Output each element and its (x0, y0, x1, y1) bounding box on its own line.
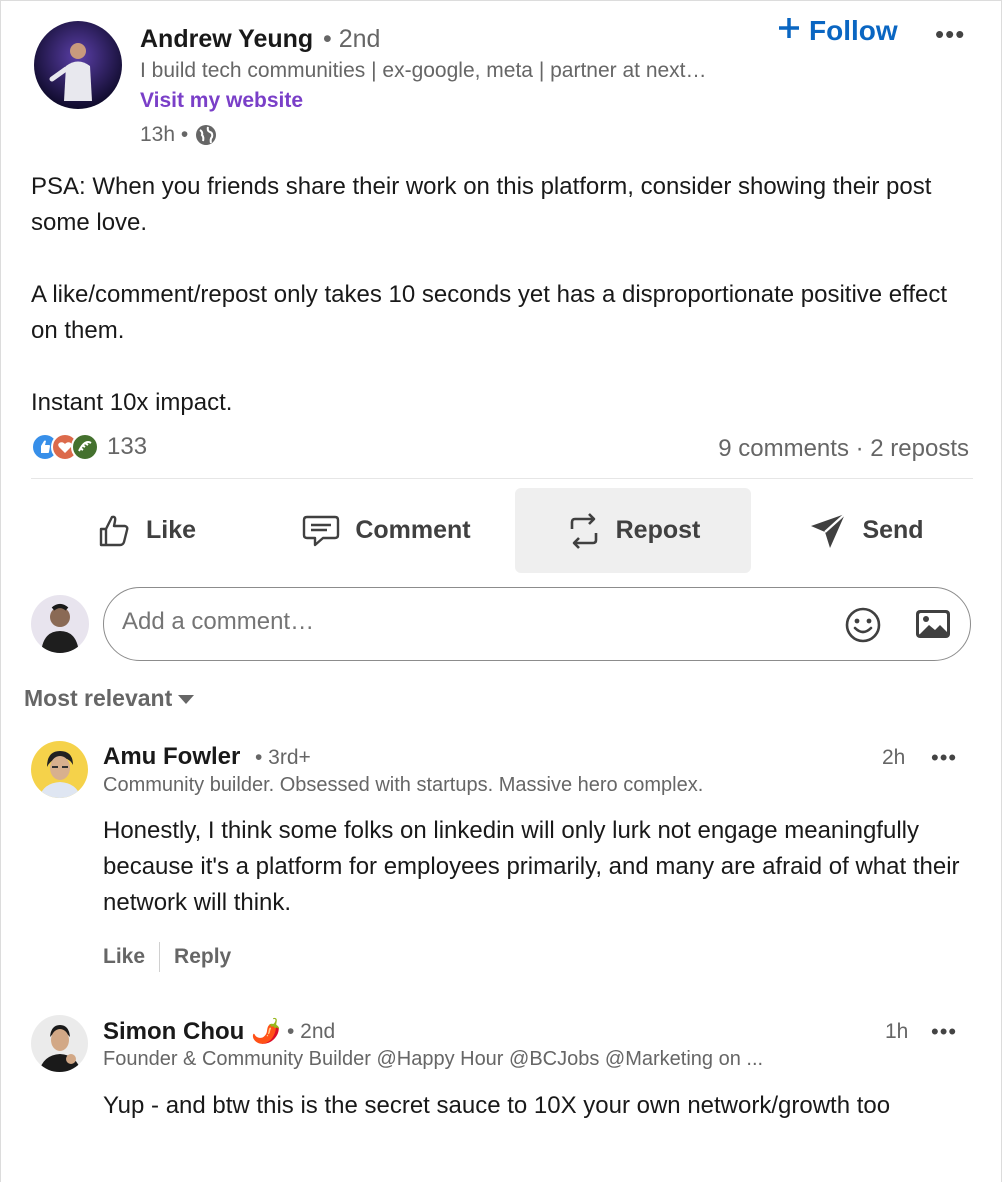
post-card: Andrew Yeung • 2nd I build tech communit… (0, 0, 1002, 1182)
commenter-degree: • 2nd (287, 1020, 336, 1043)
post-timestamp: 13h • (140, 123, 218, 147)
comment-more-icon[interactable]: ••• (931, 1019, 957, 1045)
author-headline: I build tech communities | ex-google, me… (140, 59, 707, 82)
comments-reposts-count[interactable]: 9 comments · 2 reposts (718, 435, 969, 463)
comment-button[interactable]: Comment (271, 488, 501, 573)
follow-button[interactable]: Follow (777, 15, 898, 47)
send-label: Send (862, 516, 924, 544)
comment-composer[interactable] (103, 587, 971, 661)
more-options-icon[interactable]: ••• (935, 19, 965, 50)
comment-reply-button[interactable]: Reply (174, 945, 231, 969)
reaction-count[interactable]: 133 (107, 433, 147, 461)
image-icon[interactable] (914, 608, 952, 645)
commenter-headline: Community builder. Obsessed with startup… (103, 774, 704, 796)
thumbs-up-icon (96, 513, 132, 549)
post-paragraph: PSA: When you friends share their work o… (31, 173, 932, 236)
author-name[interactable]: Andrew Yeung (140, 25, 313, 54)
commenter-name[interactable]: Simon Chou 🌶️ (103, 1017, 281, 1046)
comment-actions: Like Reply (103, 942, 231, 972)
caret-down-icon (178, 695, 195, 704)
repost-label: Repost (615, 516, 701, 544)
comment-text: Yup - and btw this is the secret sauce t… (103, 1092, 891, 1119)
like-button[interactable]: Like (31, 488, 261, 573)
reactions-summary[interactable]: 133 (31, 433, 147, 461)
like-label: Like (145, 516, 197, 544)
post-text: PSA: When you friends share their work o… (31, 169, 976, 457)
comment-label: Comment (355, 516, 471, 544)
divider (31, 478, 973, 479)
post-paragraph: Instant 10x impact. (31, 389, 233, 416)
commenter-headline: Founder & Community Builder @Happy Hour … (103, 1048, 764, 1070)
comment-bubble-icon (301, 513, 341, 549)
post-paragraph: A like/comment/repost only takes 10 seco… (31, 281, 948, 344)
divider (159, 942, 161, 972)
commenter-avatar[interactable] (31, 741, 88, 798)
sort-comments-dropdown[interactable]: Most relevant (24, 685, 195, 712)
current-user-avatar (31, 595, 89, 653)
visit-website-link[interactable]: Visit my website (140, 89, 303, 113)
comment-input[interactable] (122, 608, 802, 636)
comment-timestamp: 1h (885, 1020, 909, 1043)
globe-icon (194, 123, 218, 147)
repost-button[interactable]: Repost (515, 488, 751, 573)
support-reaction-icon (71, 433, 99, 461)
follow-label: Follow (809, 15, 898, 46)
comment-like-button[interactable]: Like (103, 945, 145, 969)
post-time-text: 13h • (140, 123, 189, 146)
emoji-icon[interactable] (844, 606, 882, 649)
connection-degree: • 2nd (323, 25, 381, 53)
author-avatar[interactable] (34, 21, 122, 109)
repost-icon (566, 511, 602, 551)
commenter-name[interactable]: Amu Fowler (103, 743, 240, 771)
send-arrow-icon (808, 511, 848, 551)
comment-text: Honestly, I think some folks on linkedin… (103, 817, 960, 916)
sort-label: Most relevant (24, 685, 173, 711)
commenter-degree: • 3rd+ (255, 746, 311, 769)
send-button[interactable]: Send (761, 488, 971, 573)
comment-timestamp: 2h (882, 746, 906, 769)
plus-icon (777, 15, 801, 47)
commenter-avatar[interactable] (31, 1015, 88, 1072)
comment-more-icon[interactable]: ••• (931, 745, 957, 771)
